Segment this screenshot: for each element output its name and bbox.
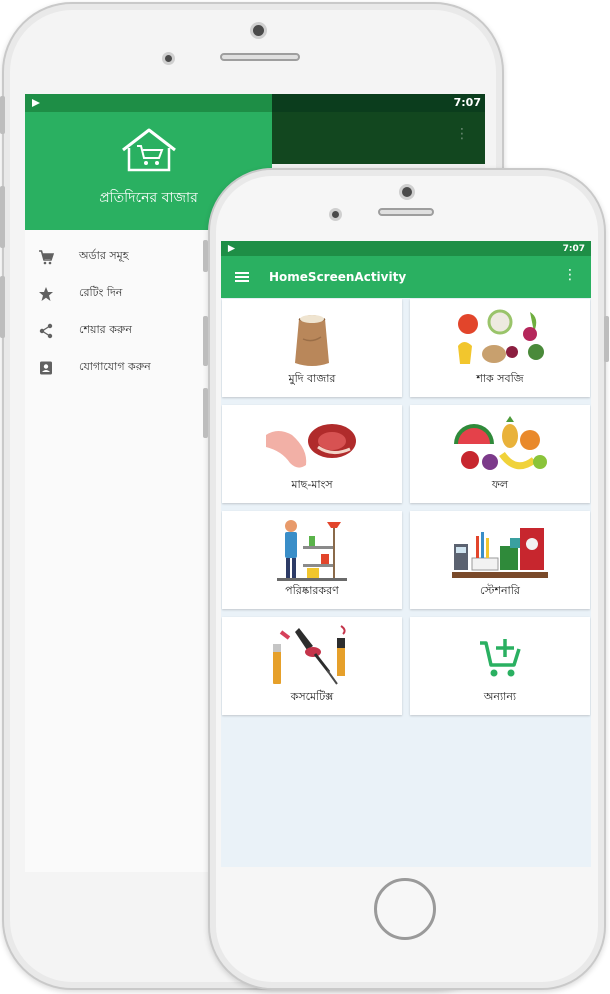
add-cart-icon bbox=[410, 623, 590, 691]
front-volume-up bbox=[203, 316, 208, 366]
cosmetics-icon bbox=[222, 623, 402, 691]
share-icon bbox=[37, 322, 55, 340]
category-label: কসমেটিক্স bbox=[290, 690, 334, 703]
category-label: পরিষ্কারকরণ bbox=[285, 584, 339, 597]
toolbar-title: HomeScreenActivity bbox=[269, 270, 407, 284]
back-speaker bbox=[220, 53, 300, 61]
back-mute-switch bbox=[0, 96, 5, 134]
category-card-grocery[interactable]: মুদি বাজার bbox=[222, 299, 402, 397]
store-home-logo-icon bbox=[122, 128, 176, 172]
front-status-bar: 7:07 bbox=[221, 241, 591, 256]
meat-icon bbox=[222, 411, 402, 479]
overflow-menu-icon: ⋮ bbox=[455, 126, 469, 142]
drawer-item-label: যোগাযোগ করুন bbox=[79, 360, 151, 373]
category-label: ফল bbox=[491, 478, 509, 491]
category-label: শাক সবজি bbox=[476, 372, 524, 385]
home-button[interactable] bbox=[374, 878, 436, 940]
category-card-stationery[interactable]: স্টেশনারি bbox=[410, 511, 590, 609]
front-screen: 7:07 HomeScreenActivity ⋮ মুদি বাজার শাক… bbox=[221, 241, 591, 867]
app-toolbar: HomeScreenActivity ⋮ bbox=[221, 256, 591, 298]
contact-icon bbox=[37, 359, 55, 377]
star-icon bbox=[37, 285, 55, 303]
drawer-item-label: রেটিং দিন bbox=[79, 286, 123, 299]
category-card-vegetables[interactable]: শাক সবজি bbox=[410, 299, 590, 397]
cleaning-icon bbox=[222, 517, 402, 585]
hamburger-menu-icon[interactable] bbox=[235, 270, 249, 284]
category-card-others[interactable]: অন্যান্য bbox=[410, 617, 590, 715]
front-sensor bbox=[329, 208, 342, 221]
vegetables-icon bbox=[410, 305, 590, 373]
category-card-fruits[interactable]: ফল bbox=[410, 405, 590, 503]
category-card-cleaning[interactable]: পরিষ্কারকরণ bbox=[222, 511, 402, 609]
category-label: মাছ-মাংস bbox=[291, 478, 333, 491]
fruits-icon bbox=[410, 411, 590, 479]
front-camera bbox=[399, 184, 415, 200]
overflow-menu-icon[interactable]: ⋮ bbox=[563, 268, 577, 282]
cart-icon bbox=[37, 248, 55, 266]
category-label: মুদি বাজার bbox=[288, 372, 336, 385]
front-speaker bbox=[378, 208, 434, 216]
back-appbar-dimmed: ⋮ bbox=[272, 112, 485, 164]
back-volume-down bbox=[0, 276, 5, 338]
front-status-time: 7:07 bbox=[562, 243, 585, 254]
back-status-time: 7:07 bbox=[272, 94, 485, 112]
front-volume-down bbox=[203, 388, 208, 438]
category-card-meat[interactable]: মাছ-মাংস bbox=[222, 405, 402, 503]
stationery-icon bbox=[410, 517, 590, 585]
category-card-cosmetics[interactable]: কসমেটিক্স bbox=[222, 617, 402, 715]
drawer-item-label: শেয়ার করুন bbox=[79, 323, 132, 336]
drawer-item-label: অর্ডার সমূহ bbox=[79, 249, 129, 262]
back-sensor bbox=[162, 52, 175, 65]
app-notification-icon bbox=[32, 99, 40, 107]
category-label: স্টেশনারি bbox=[480, 584, 520, 597]
front-power-button bbox=[604, 316, 609, 362]
category-label: অন্যান্য bbox=[483, 690, 517, 703]
back-camera bbox=[250, 22, 267, 39]
grocery-sack-icon bbox=[222, 305, 402, 373]
front-mute-switch bbox=[203, 240, 208, 272]
back-volume-up bbox=[0, 186, 5, 248]
app-notification-icon bbox=[227, 244, 236, 253]
